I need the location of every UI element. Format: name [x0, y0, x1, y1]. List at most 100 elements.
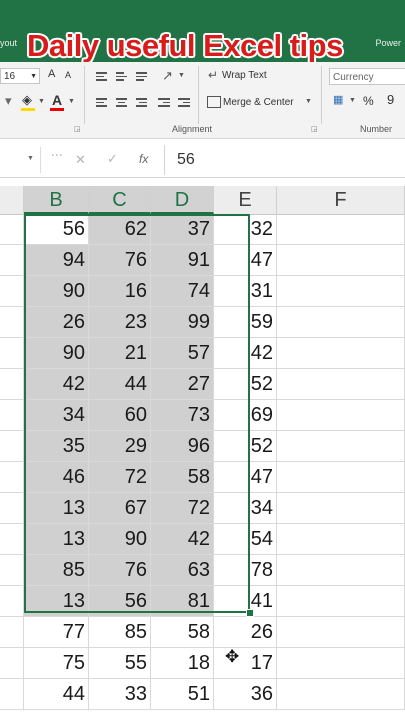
cell-f[interactable]	[277, 400, 405, 430]
wrap-text-button[interactable]: Wrap Text	[222, 70, 267, 81]
font-color-icon[interactable]: A	[52, 92, 62, 108]
row-header[interactable]	[0, 493, 24, 523]
dialog-launcher-icon[interactable]: ◲	[311, 125, 318, 133]
cell-e[interactable]: 36	[214, 679, 277, 709]
row-header[interactable]	[0, 586, 24, 616]
chevron-down-icon[interactable]: ▼	[68, 98, 75, 105]
cell-e[interactable]: 54	[214, 524, 277, 554]
cell-b[interactable]: 77	[24, 617, 89, 647]
cell-b[interactable]: 42	[24, 369, 89, 399]
cell-c[interactable]: 44	[89, 369, 151, 399]
cell-f[interactable]	[277, 555, 405, 585]
cell-f[interactable]	[277, 617, 405, 647]
cell-e[interactable]: 34	[214, 493, 277, 523]
cell-b[interactable]: 75	[24, 648, 89, 678]
column-header-f[interactable]: F	[277, 186, 405, 214]
cell-e[interactable]: 17	[214, 648, 277, 678]
cell-c[interactable]: 72	[89, 462, 151, 492]
cell-d[interactable]: 42	[151, 524, 214, 554]
cell-e[interactable]: 47	[214, 245, 277, 275]
select-all-corner[interactable]	[0, 186, 24, 214]
cell-b[interactable]: 56	[24, 214, 89, 244]
cell-c[interactable]: 29	[89, 431, 151, 461]
cell-f[interactable]	[277, 338, 405, 368]
row-header[interactable]	[0, 462, 24, 492]
cell-d[interactable]: 81	[151, 586, 214, 616]
row-header[interactable]	[0, 276, 24, 306]
merge-center-button[interactable]: Merge & Center	[223, 97, 294, 108]
chevron-down-icon[interactable]: ▼	[349, 97, 356, 104]
cell-f[interactable]	[277, 369, 405, 399]
row-header[interactable]	[0, 307, 24, 337]
cell-d[interactable]: 58	[151, 462, 214, 492]
comma-icon[interactable]: 9	[387, 92, 394, 107]
cell-c[interactable]: 60	[89, 400, 151, 430]
tab-page-layout[interactable]: yout	[0, 38, 17, 48]
percent-icon[interactable]: %	[363, 94, 374, 108]
fill-color-icon[interactable]: ◈	[22, 92, 32, 108]
column-header-b[interactable]: B	[24, 186, 89, 214]
cell-c[interactable]: 62	[89, 214, 151, 244]
cell-b[interactable]: 94	[24, 245, 89, 275]
cell-c[interactable]: 21	[89, 338, 151, 368]
cell-b[interactable]: 26	[24, 307, 89, 337]
cell-b[interactable]: 35	[24, 431, 89, 461]
cell-f[interactable]	[277, 679, 405, 709]
cell-d[interactable]: 27	[151, 369, 214, 399]
cell-c[interactable]: 56	[89, 586, 151, 616]
cell-c[interactable]: 33	[89, 679, 151, 709]
row-header[interactable]	[0, 431, 24, 461]
number-format-select[interactable]: Currency	[329, 68, 405, 85]
cell-c[interactable]: 85	[89, 617, 151, 647]
cell-d[interactable]: 63	[151, 555, 214, 585]
row-header[interactable]	[0, 648, 24, 678]
cell-e[interactable]: 31	[214, 276, 277, 306]
name-box[interactable]: ▼	[0, 147, 41, 173]
decrease-indent-icon[interactable]	[158, 96, 170, 109]
row-header[interactable]	[0, 338, 24, 368]
cell-e[interactable]: 52	[214, 431, 277, 461]
cell-e[interactable]: 52	[214, 369, 277, 399]
cell-d[interactable]: 73	[151, 400, 214, 430]
chevron-down-icon[interactable]: ▼	[305, 98, 312, 105]
align-center-icon[interactable]	[116, 96, 127, 109]
align-right-icon[interactable]	[136, 96, 147, 109]
row-header[interactable]	[0, 524, 24, 554]
cell-f[interactable]	[277, 648, 405, 678]
drag-handle-icon[interactable]: ⋮	[50, 149, 64, 161]
cell-b[interactable]: 13	[24, 524, 89, 554]
cell-d[interactable]: 58	[151, 617, 214, 647]
cell-c[interactable]: 76	[89, 245, 151, 275]
cell-c[interactable]: 76	[89, 555, 151, 585]
align-top-icon[interactable]	[96, 70, 107, 83]
align-bottom-icon[interactable]	[136, 70, 147, 83]
decrease-font-icon[interactable]: A	[65, 70, 71, 80]
accounting-icon[interactable]: ▦	[333, 93, 343, 106]
cell-e[interactable]: 78	[214, 555, 277, 585]
cell-f[interactable]	[277, 276, 405, 306]
cell-f[interactable]	[277, 307, 405, 337]
format-painter-icon[interactable]: ▾	[5, 93, 12, 109]
enter-icon[interactable]: ✓	[107, 151, 118, 167]
chevron-down-icon[interactable]: ▼	[38, 98, 45, 105]
cell-c[interactable]: 90	[89, 524, 151, 554]
increase-indent-icon[interactable]	[178, 96, 190, 109]
cell-c[interactable]: 23	[89, 307, 151, 337]
insert-function-icon[interactable]: fx	[139, 152, 148, 166]
cell-e[interactable]: 32	[214, 214, 277, 244]
cell-d[interactable]: 37	[151, 214, 214, 244]
tab-power-pivot[interactable]: Power	[375, 38, 401, 48]
cell-d[interactable]: 91	[151, 245, 214, 275]
cell-b[interactable]: 13	[24, 493, 89, 523]
column-header-c[interactable]: C	[89, 186, 151, 214]
align-left-icon[interactable]	[96, 96, 107, 109]
cell-b[interactable]: 46	[24, 462, 89, 492]
cell-f[interactable]	[277, 245, 405, 275]
cell-f[interactable]	[277, 431, 405, 461]
cell-c[interactable]: 55	[89, 648, 151, 678]
align-middle-icon[interactable]	[116, 70, 127, 83]
cell-d[interactable]: 99	[151, 307, 214, 337]
row-header[interactable]	[0, 617, 24, 647]
cell-d[interactable]: 72	[151, 493, 214, 523]
cell-f[interactable]	[277, 586, 405, 616]
